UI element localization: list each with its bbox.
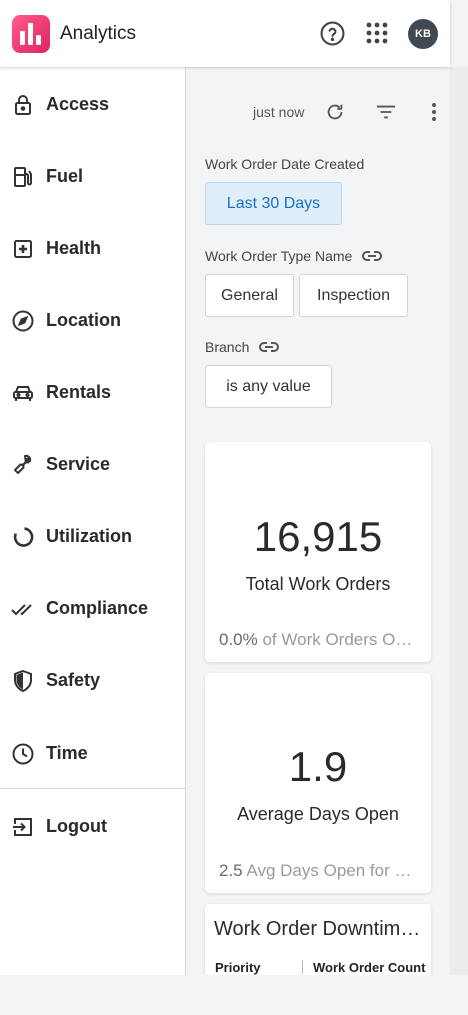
apps-grid-icon[interactable] xyxy=(365,21,389,45)
sidebar-item-access[interactable]: Access xyxy=(0,80,185,130)
double-check-icon xyxy=(11,604,32,616)
sidebar-item-compliance[interactable]: Compliance xyxy=(0,584,185,634)
sidebar-item-safety[interactable]: Safety xyxy=(0,656,185,706)
shield-icon xyxy=(14,669,32,693)
analytics-logo-icon[interactable] xyxy=(12,15,50,53)
branch-filter-chip[interactable]: is any value xyxy=(205,365,332,408)
bottom-strip xyxy=(0,975,468,1015)
refresh-icon[interactable] xyxy=(324,101,346,123)
sidebar-item-label: Safety xyxy=(46,670,101,690)
type-filter-label-text: Work Order Type Name xyxy=(205,248,353,264)
link-icon[interactable] xyxy=(362,249,383,263)
sidebar-item-utilization[interactable]: Utilization xyxy=(0,512,185,562)
sidebar-item-rentals[interactable]: Rentals xyxy=(0,368,185,418)
wrench-icon xyxy=(14,454,32,474)
sidebar-item-label: Rentals xyxy=(46,382,112,402)
total-work-orders-tile[interactable]: 16,915 Total Work Orders 0.0% of Work Or… xyxy=(205,442,431,662)
kpi-footnote: 2.5 Avg Days Open for Overdue xyxy=(219,861,419,881)
sidebar-item-location[interactable]: Location xyxy=(0,296,185,346)
lock-icon xyxy=(15,95,31,115)
sidebar: Access Fuel Health Location Rentals Serv… xyxy=(0,67,186,975)
kpi-footnote-value: 0.0% xyxy=(219,630,258,649)
kpi-label: Total Work Orders xyxy=(245,574,391,594)
clock-icon xyxy=(12,743,34,765)
analytics-app: Analytics KB Access Fuel Health Location… xyxy=(0,0,468,1015)
sidebar-item-label: Utilization xyxy=(46,526,132,546)
sidebar-item-label: Compliance xyxy=(46,598,149,618)
branch-filter-label-text: Branch xyxy=(205,339,250,355)
last-updated-text: just now xyxy=(253,104,305,120)
date-filter-label: Work Order Date Created xyxy=(205,156,364,172)
tile-title: Work Order Downtime by Priority xyxy=(214,918,424,940)
kpi-footnote-value: 2.5 xyxy=(219,861,243,880)
medical-plus-icon xyxy=(14,240,32,258)
date-filter-label-text: Work Order Date Created xyxy=(205,156,365,172)
column-header-count[interactable]: Work Order Count xyxy=(313,960,425,975)
sidebar-item-logout[interactable]: Logout xyxy=(0,802,185,852)
car-icon xyxy=(13,386,33,401)
sidebar-item-label: Location xyxy=(46,310,121,330)
column-header-priority[interactable]: Priority xyxy=(215,960,261,975)
help-circle-icon[interactable] xyxy=(320,21,345,46)
type-option-general[interactable]: General xyxy=(205,274,294,317)
top-bar: Analytics KB xyxy=(0,0,450,67)
kpi-value: 16,915 xyxy=(253,513,383,560)
column-separator xyxy=(302,960,303,974)
link-icon[interactable] xyxy=(259,340,280,354)
sidebar-item-label: Access xyxy=(46,94,110,114)
sidebar-item-fuel[interactable]: Fuel xyxy=(0,152,185,202)
fuel-pump-icon xyxy=(14,167,32,187)
type-filter-label: Work Order Type Name xyxy=(205,248,383,264)
kpi-value: 1.9 xyxy=(288,743,348,790)
sidebar-item-service[interactable]: Service xyxy=(0,440,185,490)
type-option-inspection[interactable]: Inspection xyxy=(299,274,408,317)
more-vertical-icon[interactable] xyxy=(426,101,442,123)
kpi-label: Average Days Open xyxy=(237,804,399,824)
scroll-rail[interactable] xyxy=(450,67,468,975)
downtime-table-tile[interactable]: Work Order Downtime by Priority Priority… xyxy=(205,904,431,975)
sidebar-item-label: Service xyxy=(46,454,111,474)
kpi-footnote: 0.0% of Work Orders Overdue xyxy=(219,630,419,650)
sidebar-item-label: Fuel xyxy=(46,166,84,186)
branch-filter-label: Branch xyxy=(205,339,280,355)
sidebar-item-label: Logout xyxy=(46,816,107,836)
kpi-footnote-text: Avg Days Open for Overdue xyxy=(246,861,419,880)
date-filter-chip[interactable]: Last 30 Days xyxy=(205,182,342,225)
avatar[interactable]: KB xyxy=(408,19,438,49)
sidebar-item-label: Health xyxy=(46,238,102,258)
kpi-footnote-text: of Work Orders Overdue xyxy=(262,630,419,649)
average-days-open-tile[interactable]: 1.9 Average Days Open 2.5 Avg Days Open … xyxy=(205,673,431,893)
dashboard-content: just now Work Order Date Created Last 30… xyxy=(186,67,450,975)
logout-icon xyxy=(13,818,32,836)
filter-icon[interactable] xyxy=(375,102,397,122)
donut-icon xyxy=(13,527,34,547)
compass-icon xyxy=(12,310,34,332)
sidebar-item-label: Time xyxy=(46,743,88,763)
sidebar-divider xyxy=(0,788,185,789)
sidebar-item-time[interactable]: Time xyxy=(0,729,185,779)
app-title: Analytics xyxy=(60,23,137,44)
sidebar-item-health[interactable]: Health xyxy=(0,224,185,274)
